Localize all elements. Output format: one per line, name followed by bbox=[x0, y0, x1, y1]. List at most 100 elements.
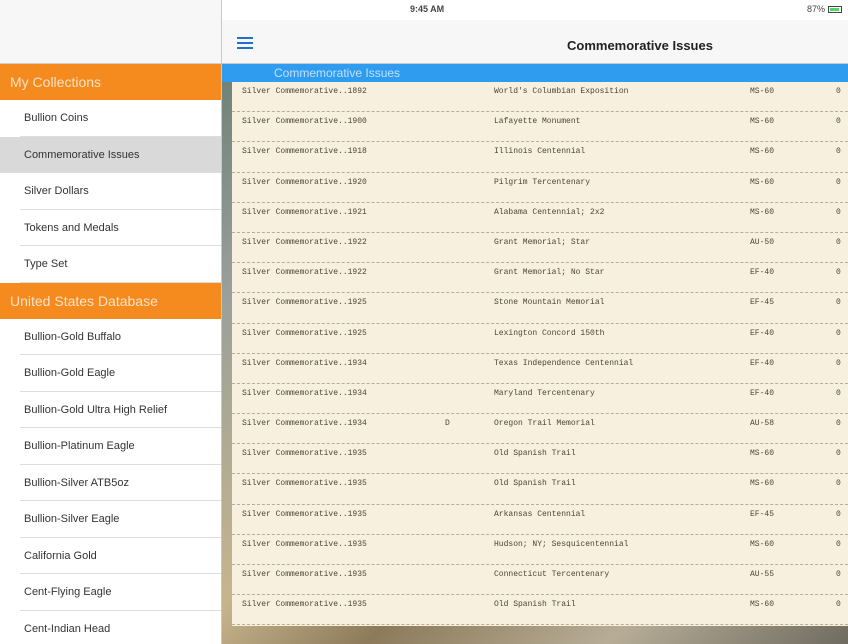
list-row[interactable]: Silver Commemorative..1918 Illinois Cente… bbox=[232, 142, 848, 173]
row-quantity: 0 bbox=[836, 509, 841, 519]
sidebar-item[interactable]: Bullion-Gold Eagle bbox=[20, 355, 221, 392]
row-series: Silver Commemorative..1934 bbox=[242, 419, 367, 429]
row-quantity: 0 bbox=[836, 268, 841, 278]
sidebar-top-bar bbox=[0, 0, 221, 64]
list-row[interactable]: Silver Commemorative..1920 Pilgrim Tercen… bbox=[232, 173, 848, 203]
row-quantity: 0 bbox=[836, 298, 841, 308]
coin-list[interactable]: Silver Commemorative..1892 World's Columb… bbox=[232, 82, 848, 626]
list-row[interactable]: Silver Commemorative..1935 Hudson; NY; Se… bbox=[232, 535, 848, 565]
row-quantity: 0 bbox=[836, 117, 841, 127]
row-series: Silver Commemorative..1922 bbox=[242, 237, 367, 247]
row-grade: MS-60 bbox=[750, 177, 775, 187]
battery-percent: 87% bbox=[806, 4, 825, 14]
row-grade: MS-60 bbox=[750, 147, 775, 157]
row-series: Silver Commemorative..1921 bbox=[242, 207, 367, 217]
row-grade: MS-60 bbox=[750, 207, 775, 217]
list-row[interactable]: Silver Commemorative..1934 Maryland Terce… bbox=[232, 384, 848, 415]
row-quantity: 0 bbox=[836, 358, 841, 368]
row-description: Pilgrim Tercentenary bbox=[494, 177, 591, 187]
list-row[interactable]: Silver Commemorative..1935 Arkansas Cente… bbox=[232, 505, 848, 535]
sidebar-item[interactable]: Bullion-Gold Ultra High Relief bbox=[20, 392, 221, 428]
sidebar-item[interactable]: Silver Dollars bbox=[20, 173, 221, 210]
sidebar-item[interactable]: Type Set bbox=[20, 246, 221, 283]
battery-status: 87% bbox=[807, 4, 842, 14]
row-description: Stone Mountain Memorial bbox=[494, 298, 605, 308]
row-description: Oregon Trail Memorial bbox=[494, 419, 595, 429]
row-quantity: 0 bbox=[836, 539, 841, 549]
sidebar-item[interactable]: Commemorative Issues bbox=[0, 136, 221, 173]
row-quantity: 0 bbox=[836, 87, 841, 96]
row-grade: MS-60 bbox=[750, 117, 775, 127]
row-description: Hudson; NY; Sesquicentennial bbox=[494, 539, 629, 549]
row-grade: EF-40 bbox=[750, 388, 775, 398]
list-row[interactable]: Silver Commemorative..1900 Lafayette Monu… bbox=[232, 112, 848, 143]
row-grade: EF-45 bbox=[750, 298, 775, 308]
row-quantity: 0 bbox=[836, 449, 841, 459]
list-row[interactable]: Silver Commemorative..1934 D Oregon Trail … bbox=[232, 414, 848, 445]
row-grade: MS-60 bbox=[750, 87, 775, 96]
list-row[interactable]: Silver Commemorative..1921 Alabama Centen… bbox=[232, 203, 848, 233]
row-quantity: 0 bbox=[836, 388, 841, 398]
hamburger-menu-icon[interactable] bbox=[237, 37, 253, 49]
row-quantity: 0 bbox=[836, 147, 841, 157]
battery-icon bbox=[828, 6, 842, 14]
row-grade: EF-40 bbox=[750, 358, 775, 368]
row-quantity: 0 bbox=[836, 419, 841, 429]
row-grade: EF-45 bbox=[750, 509, 775, 519]
row-series: Silver Commemorative..1918 bbox=[242, 147, 367, 157]
row-series: Silver Commemorative..1935 bbox=[242, 509, 367, 519]
row-series: Silver Commemorative..1935 bbox=[242, 539, 367, 549]
row-series: Silver Commemorative..1934 bbox=[242, 358, 367, 368]
list-row[interactable]: Silver Commemorative..1935 Connecticut Te… bbox=[232, 565, 848, 596]
row-description: Grant Memorial; No Star bbox=[494, 268, 605, 278]
list-row[interactable]: Silver Commemorative..1935 Old Spanish Tr… bbox=[232, 474, 848, 505]
list-row[interactable]: Silver Commemorative..1892 World's Columb… bbox=[232, 82, 848, 113]
list-row[interactable]: Silver Commemorative..1935 Old Spanish Tr… bbox=[232, 595, 848, 626]
row-quantity: 0 bbox=[836, 600, 841, 610]
list-row[interactable]: Silver Commemorative..1935 Old Spanish Tr… bbox=[232, 444, 848, 475]
row-grade: AU-50 bbox=[750, 237, 775, 247]
row-description: Alabama Centennial; 2x2 bbox=[494, 207, 605, 217]
list-row[interactable]: Silver Commemorative..1922 Grant Memorial… bbox=[232, 263, 848, 294]
row-quantity: 0 bbox=[836, 237, 841, 247]
status-time: 9:45 AM bbox=[410, 4, 445, 14]
row-series: Silver Commemorative..1925 bbox=[242, 328, 367, 338]
row-description: Arkansas Centennial bbox=[494, 509, 586, 519]
row-grade: EF-40 bbox=[750, 328, 775, 338]
list-header: Commemorative Issues bbox=[222, 64, 848, 82]
row-description: Grant Memorial; Star bbox=[494, 237, 591, 247]
sidebar-item[interactable]: Bullion-Silver Eagle bbox=[20, 501, 221, 538]
sidebar-item[interactable]: Bullion-Silver ATB5oz bbox=[20, 465, 221, 501]
sidebar-item[interactable]: Bullion Coins bbox=[20, 100, 221, 137]
row-grade: MS-60 bbox=[750, 539, 775, 549]
row-quantity: 0 bbox=[836, 207, 841, 217]
row-quantity: 0 bbox=[836, 570, 841, 579]
row-grade: AU-55 bbox=[750, 570, 775, 579]
row-description: Lafayette Monument bbox=[494, 117, 581, 127]
sidebar-item[interactable]: Bullion-Platinum Eagle bbox=[20, 428, 221, 465]
row-description: Old Spanish Trail bbox=[494, 449, 576, 459]
page-title: Commemorative Issues bbox=[567, 38, 713, 53]
row-grade: MS-60 bbox=[750, 600, 775, 610]
sidebar-item[interactable]: Cent-Indian Head bbox=[20, 611, 221, 644]
list-row[interactable]: Silver Commemorative..1925 Lexington Conc… bbox=[232, 324, 848, 354]
row-quantity: 0 bbox=[836, 479, 841, 489]
row-description: Illinois Centennial bbox=[494, 147, 586, 157]
row-series: Silver Commemorative..1935 bbox=[242, 570, 367, 579]
row-description: Lexington Concord 150th bbox=[494, 328, 605, 338]
list-row[interactable]: Silver Commemorative..1922 Grant Memorial… bbox=[232, 233, 848, 264]
sidebar-item[interactable]: Bullion-Gold Buffalo bbox=[20, 319, 221, 355]
row-description: Maryland Tercentenary bbox=[494, 388, 595, 398]
sidebar-item[interactable]: Cent-Flying Eagle bbox=[20, 574, 221, 611]
row-description: World's Columbian Exposition bbox=[494, 87, 629, 96]
row-series: Silver Commemorative..1934 bbox=[242, 388, 367, 398]
list-header-label: Commemorative Issues bbox=[274, 66, 401, 80]
list-row[interactable]: Silver Commemorative..1934 Texas Independ… bbox=[232, 354, 848, 384]
list-row[interactable]: Silver Commemorative..1925 Stone Mountain… bbox=[232, 293, 848, 324]
sidebar-item[interactable]: California Gold bbox=[20, 538, 221, 574]
sidebar-section-header: United States Database bbox=[0, 282, 221, 319]
row-series: Silver Commemorative..1920 bbox=[242, 177, 367, 187]
row-description: Old Spanish Trail bbox=[494, 600, 576, 610]
sidebar-item[interactable]: Tokens and Medals bbox=[20, 210, 221, 246]
sidebar-section-header: My Collections bbox=[0, 64, 221, 100]
